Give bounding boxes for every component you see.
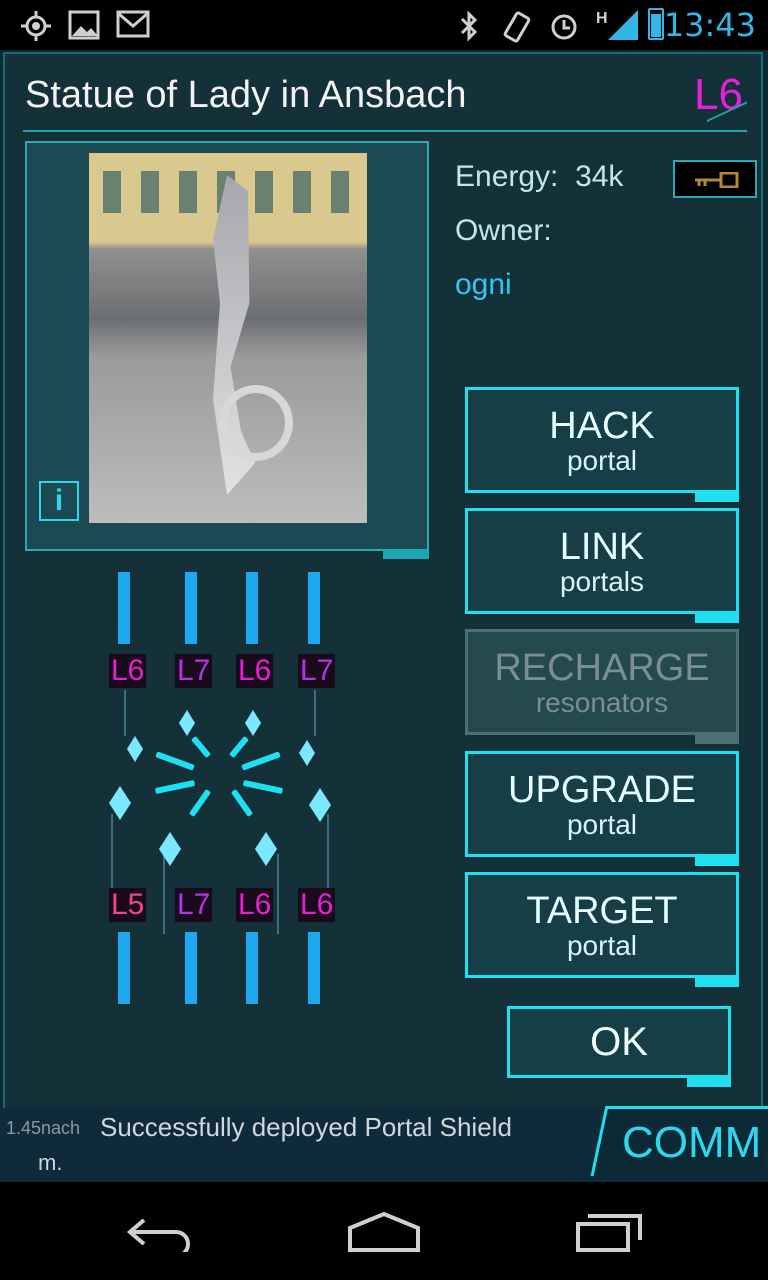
frame-notch: [383, 549, 429, 559]
button-notch: [695, 493, 739, 502]
resonator-level: L6: [236, 654, 274, 688]
connector-line: [327, 814, 329, 896]
resonator-energy-bar: [118, 572, 130, 644]
button-notch: [687, 1078, 731, 1087]
upgrade-button-label: UPGRADE: [508, 769, 696, 811]
portal-core-spoke: [155, 751, 195, 771]
portal-level: L6: [694, 70, 743, 119]
resonator-level: L6: [109, 654, 147, 688]
resonator-level: L7: [298, 654, 336, 688]
connector-line: [163, 854, 165, 934]
energy-label-text: Energy:: [455, 160, 559, 193]
portal-core-spoke: [154, 779, 196, 795]
back-icon[interactable]: [124, 1212, 194, 1252]
navigation-bar: [0, 1182, 768, 1280]
owner-label: Owner:: [455, 214, 552, 247]
ok-button-label: OK: [590, 1020, 648, 1064]
upgrade-button-sublabel: portal: [566, 809, 638, 840]
bluetooth-icon: [460, 10, 478, 42]
hack-portal-button[interactable]: HACK portal: [465, 387, 739, 502]
connector-line: [111, 814, 113, 896]
portal-core-spoke: [241, 751, 281, 771]
button-notch: [695, 735, 739, 744]
portal-core-spoke: [190, 735, 212, 759]
key-icon: [695, 172, 739, 188]
statue-ring: [219, 385, 293, 461]
resonator-energy-bar: [308, 932, 320, 1004]
location-icon: [21, 11, 51, 41]
resonator-level: L7: [175, 888, 213, 922]
link-portals-button[interactable]: LINK portals: [465, 508, 739, 623]
status-bar: H 13:43: [0, 0, 768, 50]
home-icon[interactable]: [346, 1212, 422, 1252]
resonator-level: L5: [109, 888, 147, 922]
comm-message: Successfully deployed Portal Shield: [100, 1112, 512, 1142]
info-button[interactable]: i: [39, 481, 79, 521]
resonator-level: L6: [298, 888, 336, 922]
ok-button[interactable]: OK: [507, 1006, 731, 1087]
connector-line: [314, 690, 316, 736]
comm-button[interactable]: COMM: [622, 1118, 761, 1168]
vibrate-icon: [503, 11, 531, 43]
portal-core-spoke: [228, 735, 250, 759]
portal-core-spoke: [230, 788, 254, 818]
hack-button-sublabel: portal: [566, 445, 638, 476]
resonator-energy-bar: [118, 932, 130, 1004]
energy-label: Energy: 34k: [455, 160, 623, 194]
resonator-energy-bar: [185, 932, 197, 1004]
owner-name[interactable]: ogni: [455, 268, 512, 302]
target-portal-button[interactable]: TARGET portal: [465, 872, 739, 987]
resonator-level: L7: [175, 654, 213, 688]
battery-icon: [648, 8, 664, 40]
connector-line: [277, 854, 279, 934]
connector-line: [124, 690, 126, 736]
recharge-button-label: RECHARGE: [494, 647, 710, 689]
portal-dialog: Statue of Lady in Ansbach L6 i Energy: 3…: [3, 52, 763, 1110]
resonator-gem[interactable]: [245, 710, 261, 736]
hack-button-label: HACK: [549, 405, 655, 447]
recent-apps-icon[interactable]: [574, 1212, 644, 1252]
energy-value: 34k: [575, 160, 624, 193]
link-button-label: LINK: [559, 526, 645, 568]
button-notch: [695, 614, 739, 623]
resonator-gem[interactable]: [179, 710, 195, 736]
alarm-icon: [551, 14, 577, 40]
portal-core-spoke: [242, 779, 284, 795]
comm-suffix: m.: [38, 1150, 63, 1175]
resonator-energy-bar: [246, 572, 258, 644]
button-notch: [695, 857, 739, 866]
comm-meta: 1.45nach: [6, 1118, 81, 1138]
button-notch: [695, 978, 739, 987]
resonator-energy-bar: [308, 572, 320, 644]
portal-photo[interactable]: [89, 153, 367, 523]
clock: 13:43: [663, 6, 756, 44]
gmail-icon: [116, 10, 150, 38]
resonator-gem[interactable]: [299, 740, 315, 766]
resonator-energy-bar: [246, 932, 258, 1004]
recharge-resonators-button[interactable]: RECHARGE resonators: [465, 629, 739, 744]
portal-core-spoke: [188, 788, 212, 818]
target-button-label: TARGET: [526, 890, 678, 932]
image-icon: [68, 10, 100, 40]
recharge-button-sublabel: resonators: [535, 687, 669, 718]
link-button-sublabel: portals: [559, 566, 645, 597]
upgrade-portal-button[interactable]: UPGRADE portal: [465, 751, 739, 866]
key-button[interactable]: [673, 160, 757, 198]
resonator-gem[interactable]: [255, 832, 277, 866]
resonator-energy-bar: [185, 572, 197, 644]
resonator-level: L6: [236, 888, 274, 922]
portal-photo-frame: i: [25, 141, 429, 559]
signal-icon: [608, 10, 638, 40]
resonator-gem[interactable]: [127, 736, 143, 762]
portal-title: Statue of Lady in Ansbach: [25, 74, 467, 116]
target-button-sublabel: portal: [566, 930, 638, 961]
title-divider: [23, 130, 747, 132]
